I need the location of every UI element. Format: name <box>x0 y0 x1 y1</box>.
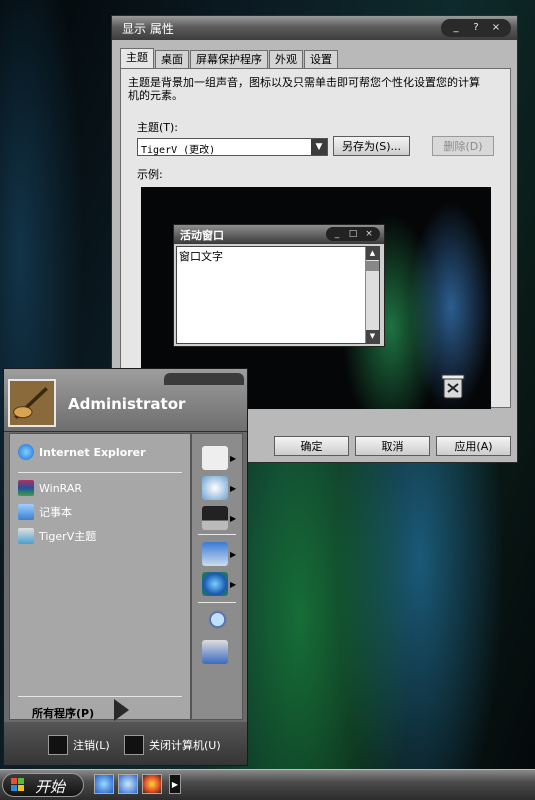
internet-explorer-icon[interactable] <box>94 774 114 794</box>
minimize-button[interactable]: _ <box>447 21 465 35</box>
start-label: 开始 <box>35 778 66 796</box>
logoff-icon <box>48 735 68 755</box>
start-menu: Administrator Internet Explorer WinRAR 记… <box>3 368 248 766</box>
separator <box>198 534 236 535</box>
chevron-right-icon: ▶ <box>230 580 237 589</box>
chevron-right-icon: ▶ <box>230 484 237 493</box>
pinned-internet-explorer[interactable]: Internet Explorer <box>18 442 146 462</box>
example-label: 示例: <box>137 168 163 181</box>
programs-pane: Internet Explorer WinRAR 记事本 TigerV主题 <box>9 433 191 720</box>
pinned-item-label: Internet Explorer <box>39 445 146 459</box>
recent-item-label: TigerV主题 <box>39 530 97 543</box>
preview-window-body: 窗口文字 ▲ ▼ <box>176 246 380 344</box>
user-name: Administrator <box>68 395 186 413</box>
separator <box>18 472 182 473</box>
avatar[interactable] <box>8 379 56 427</box>
recent-item-label: WinRAR <box>39 481 83 495</box>
description-text: 主题是背景加一组声音，图标以及只需单击即可帮您个性化设置您的计算机的元素。 <box>128 76 480 102</box>
theme-label: 主题(T): <box>137 121 179 134</box>
clock-icon[interactable] <box>202 476 228 500</box>
logoff-button[interactable]: 注销(L) <box>48 735 110 755</box>
search-icon[interactable] <box>202 610 228 634</box>
tab-desktop[interactable]: 桌面 <box>155 50 189 68</box>
windows-logo-icon <box>11 778 24 791</box>
taskbar: 开始 ▶ <box>0 769 535 800</box>
chevron-right-icon: ▶ <box>230 454 237 463</box>
tab-appearance[interactable]: 外观 <box>269 50 303 68</box>
preview-active-window: 活动窗口 _ □ × 窗口文字 ▲ ▼ <box>173 224 385 347</box>
cancel-button[interactable]: 取消 <box>355 436 430 456</box>
chevron-right-icon: ▶ <box>230 550 237 559</box>
start-button[interactable]: 开始 <box>2 773 84 797</box>
start-menu-header: Administrator <box>4 369 247 432</box>
winrar-icon <box>18 480 34 496</box>
control-panel-icon[interactable] <box>202 542 228 566</box>
scroll-thumb <box>366 261 379 271</box>
tab-settings[interactable]: 设置 <box>304 50 338 68</box>
separator <box>198 602 236 603</box>
help-button[interactable]: ? <box>467 21 485 35</box>
recent-winrar[interactable]: WinRAR <box>18 478 82 498</box>
documents-icon[interactable] <box>202 446 228 470</box>
shutdown-label: 关闭计算机(U) <box>149 739 221 752</box>
recent-notepad[interactable]: 记事本 <box>18 502 72 522</box>
computer-icon[interactable] <box>202 506 228 530</box>
separator <box>18 696 182 697</box>
tab-strip: 主题 桌面 屏幕保护程序 外观 设置 <box>120 48 338 68</box>
shutdown-button[interactable]: 关闭计算机(U) <box>124 735 221 755</box>
network-globe-icon[interactable] <box>202 572 228 596</box>
theme-icon <box>18 528 34 544</box>
run-icon[interactable] <box>202 640 228 664</box>
logoff-label: 注销(L) <box>73 739 110 752</box>
start-menu-footer: 注销(L) 关闭计算机(U) <box>4 722 247 765</box>
chevron-right-icon: ▶ <box>230 514 237 523</box>
places-pane: ▶ ▶ ▶ ▶ ▶ <box>191 433 243 720</box>
preview-window-title: 活动窗口 <box>180 229 224 242</box>
preview-caption-buttons: _ □ × <box>326 227 380 241</box>
chevron-right-icon[interactable]: ▶ <box>169 774 181 794</box>
close-button[interactable]: × <box>487 21 505 35</box>
ie-alt-icon[interactable] <box>118 774 138 794</box>
internet-explorer-icon <box>18 444 34 460</box>
delete-button[interactable]: 删除(D) <box>432 136 494 156</box>
preview-window-text: 窗口文字 <box>179 250 223 263</box>
recent-item-label: 记事本 <box>39 506 72 519</box>
title-bar[interactable]: 显示 属性 _ ? × <box>112 16 517 40</box>
theme-select-value: TigerV (更改) <box>141 145 216 156</box>
recycle-bin-icon <box>441 374 465 399</box>
ok-button[interactable]: 确定 <box>274 436 349 456</box>
tab-screensaver[interactable]: 屏幕保护程序 <box>190 50 268 68</box>
theme-select[interactable]: TigerV (更改) ▼ <box>137 138 328 156</box>
scroll-up-icon: ▲ <box>366 247 379 260</box>
window-title: 显示 属性 <box>122 22 174 36</box>
caption-buttons: _ ? × <box>441 19 511 37</box>
scroll-down-icon: ▼ <box>366 330 379 343</box>
apply-button[interactable]: 应用(A) <box>436 436 511 456</box>
tab-themes[interactable]: 主题 <box>120 48 154 68</box>
preview-close-icon: × <box>365 229 373 239</box>
preview-title-bar: 活动窗口 _ □ × <box>174 225 384 244</box>
preview-minimize-icon: _ <box>334 229 340 239</box>
recent-tigerv-theme[interactable]: TigerV主题 <box>18 526 96 546</box>
chevron-down-icon[interactable]: ▼ <box>311 139 327 155</box>
preview-maximize-icon: □ <box>348 229 358 239</box>
power-icon <box>124 735 144 755</box>
notepad-icon <box>18 504 34 520</box>
preview-scrollbar: ▲ ▼ <box>365 247 379 343</box>
chevron-right-icon[interactable] <box>114 699 129 721</box>
save-as-button[interactable]: 另存为(S)... <box>333 136 410 156</box>
header-decoration <box>164 373 244 385</box>
media-player-icon[interactable] <box>142 774 162 794</box>
all-programs-label[interactable]: 所有程序(P) <box>32 705 94 721</box>
